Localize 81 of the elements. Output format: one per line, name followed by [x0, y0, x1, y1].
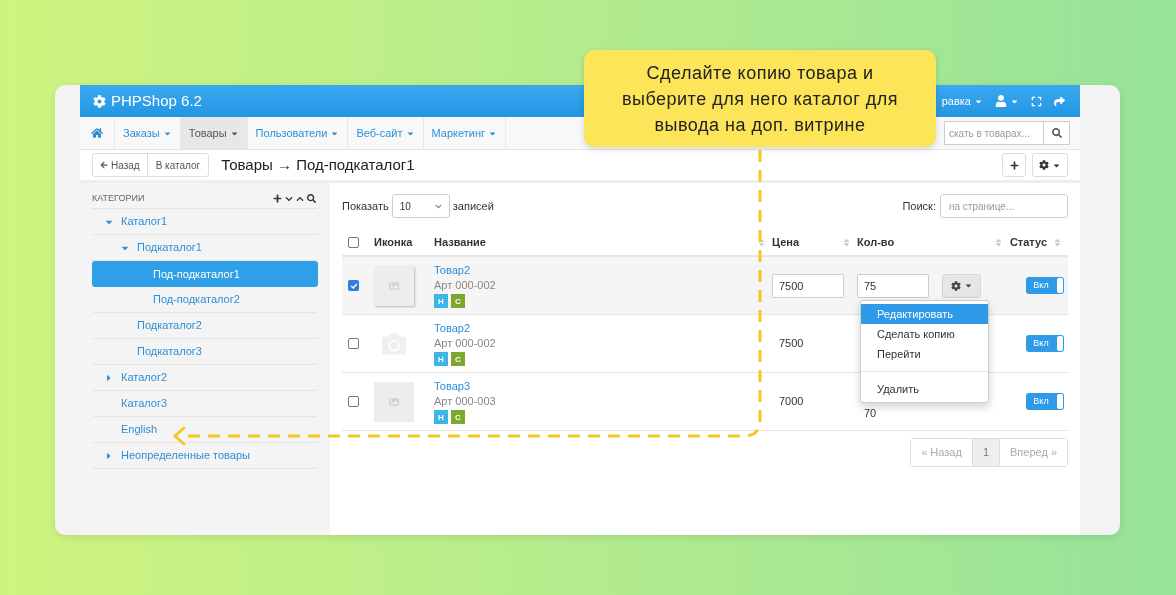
callout-text: Сделайте копию товара и выберите для него каталог для вывода на доп. витрине: [620, 61, 900, 137]
gear-icon: [1039, 160, 1049, 170]
chevron-up-icon[interactable]: [296, 194, 304, 203]
checkbox[interactable]: [348, 396, 359, 407]
page-search-field[interactable]: на странице...: [940, 194, 1068, 218]
menu-item[interactable]: Сделать копию: [861, 324, 988, 344]
nav-tab[interactable]: Товары: [180, 117, 248, 149]
caret-icon: [963, 281, 973, 290]
menu-item[interactable]: Удалить: [861, 379, 988, 399]
status-toggle[interactable]: Вкл: [1026, 277, 1064, 294]
show-label: Показать: [342, 198, 389, 214]
category-item[interactable]: Каталог2: [92, 365, 318, 391]
category-item[interactable]: Каталог1: [92, 209, 318, 235]
product-badge: С: [451, 294, 465, 308]
category-item[interactable]: Подкаталог2: [92, 313, 318, 339]
category-item[interactable]: Каталог3: [92, 391, 318, 417]
add-icon[interactable]: [273, 194, 282, 203]
checkbox[interactable]: [348, 236, 359, 248]
category-item[interactable]: Подкаталог3: [92, 339, 318, 365]
page-size-select[interactable]: 10: [391, 194, 450, 218]
column-header[interactable]: Кол-во: [857, 233, 1009, 251]
nav-tab[interactable]: Заказы: [115, 117, 181, 149]
home-icon[interactable]: [91, 127, 103, 139]
nav-tab[interactable]: Пользователи: [247, 117, 349, 149]
category-item[interactable]: Неопределенные товары: [92, 443, 318, 469]
settings-button[interactable]: [1032, 153, 1068, 177]
sidebar-title: КАТЕГОРИИ: [92, 191, 145, 205]
search-icon[interactable]: [307, 194, 316, 203]
product-name-link[interactable]: Товар3: [434, 379, 772, 394]
quantity-field[interactable]: 75: [857, 273, 929, 298]
category-item[interactable]: Под-подкаталог1: [92, 261, 318, 287]
nav-tab[interactable]: Веб-сайт: [348, 117, 424, 149]
product-sku: Арт 000-002: [434, 278, 497, 293]
product-badge: Н: [434, 410, 448, 424]
arrow-left-icon: [100, 161, 108, 169]
checkbox[interactable]: [348, 338, 359, 349]
menu-link[interactable]: равка: [941, 92, 983, 110]
add-button[interactable]: [1002, 153, 1026, 177]
chevron-down-icon: [434, 202, 442, 210]
expand-icon[interactable]: [1031, 95, 1042, 107]
checkbox[interactable]: [348, 280, 359, 291]
column-header[interactable]: Цена: [772, 233, 857, 251]
gear-icon: [93, 94, 106, 108]
product-name-link[interactable]: Товар2: [434, 263, 772, 278]
user-menu[interactable]: [995, 95, 1019, 107]
status-toggle[interactable]: Вкл: [1026, 393, 1064, 410]
search-icon: [1051, 128, 1062, 138]
chevron-down-icon[interactable]: [285, 194, 293, 203]
price-text: 7500: [778, 337, 804, 350]
product-badge: Н: [434, 352, 448, 366]
product-sku: Арт 000-002: [434, 336, 497, 351]
search-field[interactable]: скать в товарах...: [944, 121, 1044, 145]
gear-icon: [950, 280, 961, 291]
category-item[interactable]: Под-подкаталог2: [92, 287, 318, 313]
product-badge: С: [451, 352, 465, 366]
product-name-link[interactable]: Товар2: [434, 321, 772, 336]
pagination-button[interactable]: 1: [971, 439, 999, 466]
share-icon[interactable]: [1054, 95, 1065, 107]
menu-item[interactable]: Перейти: [861, 344, 988, 364]
menu-item[interactable]: Редактировать: [861, 304, 988, 324]
back-button[interactable]: Назад: [93, 154, 148, 176]
price-text: 7000: [778, 395, 804, 408]
search-button[interactable]: [1044, 121, 1070, 145]
price-field[interactable]: 7500: [772, 273, 844, 298]
product-badge: Н: [434, 294, 448, 308]
product-sku: Арт 000-003: [434, 394, 497, 409]
category-item[interactable]: English: [92, 417, 318, 443]
product-badge: С: [451, 410, 465, 424]
column-header[interactable]: Статус: [1009, 233, 1068, 251]
page-title: Товары → Под-подкаталог1: [221, 154, 415, 175]
quantity-text: 70: [863, 407, 877, 420]
column-header[interactable]: Название: [434, 233, 772, 251]
plus-icon: [1009, 160, 1019, 170]
nav-tab[interactable]: Маркетинг: [423, 117, 506, 149]
search-label: Поиск:: [902, 198, 936, 214]
column-header: Иконка: [374, 234, 414, 250]
catalog-button[interactable]: В каталог: [147, 154, 209, 176]
records-label: записей: [452, 198, 494, 214]
actions-button[interactable]: [942, 273, 981, 298]
app-logo[interactable]: PHPShop 6.2: [111, 89, 202, 113]
status-toggle[interactable]: Вкл: [1026, 335, 1064, 352]
